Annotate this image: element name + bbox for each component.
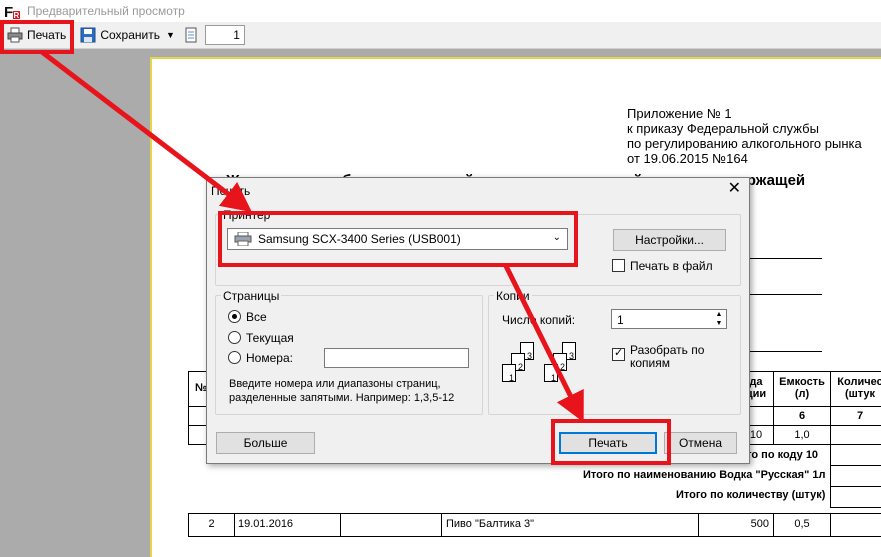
dialog-title: Печать <box>211 184 251 198</box>
pages-numbers-radio[interactable] <box>228 351 241 364</box>
toolbar-save-button[interactable]: Сохранить <box>76 24 164 46</box>
more-button[interactable]: Больше <box>216 432 315 454</box>
table-cell: 6 <box>773 406 831 426</box>
save-icon <box>80 27 96 43</box>
pages-current-radio[interactable] <box>228 331 241 344</box>
col-qty-label: (штук <box>844 388 876 400</box>
printer-group-label: Принтер <box>221 208 273 222</box>
table-cell <box>830 444 881 466</box>
pages-all-radio[interactable] <box>228 310 241 323</box>
collate-illustration-icon: 3 2 1 3 2 1 <box>500 340 580 396</box>
table-row-cell: 0,5 <box>773 513 831 537</box>
annex-line: Приложение № 1 <box>627 106 732 121</box>
column-number: 6 <box>798 410 806 422</box>
pages-current-label: Текущая <box>246 331 294 345</box>
table-header-cell: № <box>188 371 208 407</box>
print-to-file-checkbox[interactable] <box>612 259 625 272</box>
form-line <box>740 258 822 259</box>
printer-icon <box>234 232 252 246</box>
window-title: Предварительный просмотр <box>27 4 185 18</box>
annex-line: от 19.06.2015 №164 <box>627 151 748 166</box>
save-dropdown-arrow-icon[interactable]: ▼ <box>164 24 177 46</box>
table-cell <box>830 465 881 487</box>
printer-settings-button[interactable]: Настройки... <box>613 229 726 251</box>
page-numbers-input[interactable] <box>324 348 469 368</box>
svg-text:F: F <box>4 4 13 20</box>
copies-group-label: Копии <box>494 289 532 303</box>
col-volume-label: Емкость <box>779 376 825 388</box>
copies-count-label: Число копий: <box>502 313 576 327</box>
pages-hint-line: Введите номера или диапазоны страниц, <box>229 378 441 390</box>
toolbar-save-label: Сохранить <box>100 28 160 42</box>
toolbar-print-label: Печать <box>27 28 67 42</box>
collate-label-line: копиям <box>630 356 671 370</box>
page-setup-icon <box>183 27 199 43</box>
row-volume: 0,5 <box>794 518 810 530</box>
chevron-down-icon: ⌄ <box>552 232 561 243</box>
print-dialog: Печать ✕ Принтер Samsung SCX-3400 Series… <box>206 177 750 464</box>
svg-text:R: R <box>14 11 20 20</box>
form-line <box>740 351 822 352</box>
table-row-cell: 19.01.2016 <box>234 513 341 537</box>
pages-all-label: Все <box>246 310 267 324</box>
cancel-button[interactable]: Отмена <box>664 432 737 454</box>
table-cell: 7 <box>830 406 881 426</box>
total-by-name: Итого по наименованию Водка "Русская" 1л <box>583 469 826 481</box>
row-value: 10 <box>749 429 763 441</box>
pages-numbers-label: Номера: <box>246 351 293 365</box>
preview-toolbar: Печать Сохранить ▼ 1 <box>0 22 881 49</box>
row-name: Пиво "Балтика 3" <box>446 518 535 530</box>
table-header-cell <box>188 406 208 426</box>
printer-select[interactable]: Samsung SCX-3400 Series (USB001) ⌄ <box>227 228 568 250</box>
spinner-arrows-icon[interactable]: ▲ ▼ <box>712 310 726 328</box>
page-setup-button[interactable] <box>181 24 201 46</box>
window-titlebar: F R Предварительный просмотр <box>0 0 881 22</box>
page-number-input[interactable]: 1 <box>204 25 245 45</box>
table-row-cell <box>340 513 442 537</box>
column-number: 7 <box>856 410 864 422</box>
pages-hint-line: разделенные запятыми. Например: 1,3,5-12 <box>229 392 455 404</box>
row-volume: 1,0 <box>794 429 810 441</box>
annex-block: Приложение № 1 к приказу Федеральной слу… <box>627 106 862 166</box>
checkmark-icon: ✓ <box>614 347 624 359</box>
row-date: 19.01.2016 <box>238 518 294 530</box>
table-header-cell: Емкость (л) <box>773 371 831 407</box>
print-button[interactable]: Печать <box>559 432 657 454</box>
printer-name: Samsung SCX-3400 Series (USB001) <box>258 232 461 246</box>
table-row-cell: 2 <box>188 513 235 537</box>
annex-line: по регулированию алкогольного рынка <box>627 136 862 151</box>
table-header-cell <box>188 425 208 445</box>
table-header-cell: Количес (штук <box>830 371 881 407</box>
fastreport-logo-icon: F R <box>3 2 21 21</box>
col-volume-label: (л) <box>794 388 810 400</box>
table-row-cell <box>830 513 881 537</box>
printer-icon <box>7 27 23 43</box>
col-qty-label: Количес <box>837 376 881 388</box>
table-cell: 1,0 <box>773 425 831 445</box>
row-number: 2 <box>208 518 215 530</box>
table-cell <box>830 425 881 445</box>
print-to-file-label: Печать в файл <box>630 259 713 273</box>
row-value: 500 <box>750 518 769 530</box>
toolbar-print-button[interactable]: Печать <box>3 24 70 46</box>
collate-label: Разобрать по копиям <box>630 344 704 370</box>
copies-count-spinner[interactable]: 1 <box>611 309 727 329</box>
form-line <box>740 294 822 295</box>
annex-line: к приказу Федеральной службы <box>627 121 819 136</box>
collate-checkbox[interactable]: ✓ <box>612 347 625 361</box>
table-row-cell: 500 <box>698 513 774 537</box>
pages-group-label: Страницы <box>221 289 282 303</box>
close-icon[interactable]: ✕ <box>728 180 741 198</box>
table-cell <box>830 486 881 508</box>
total-by-qty: Итого по количеству (штук) <box>676 489 826 501</box>
table-row-cell: Пиво "Балтика 3" <box>441 513 699 537</box>
